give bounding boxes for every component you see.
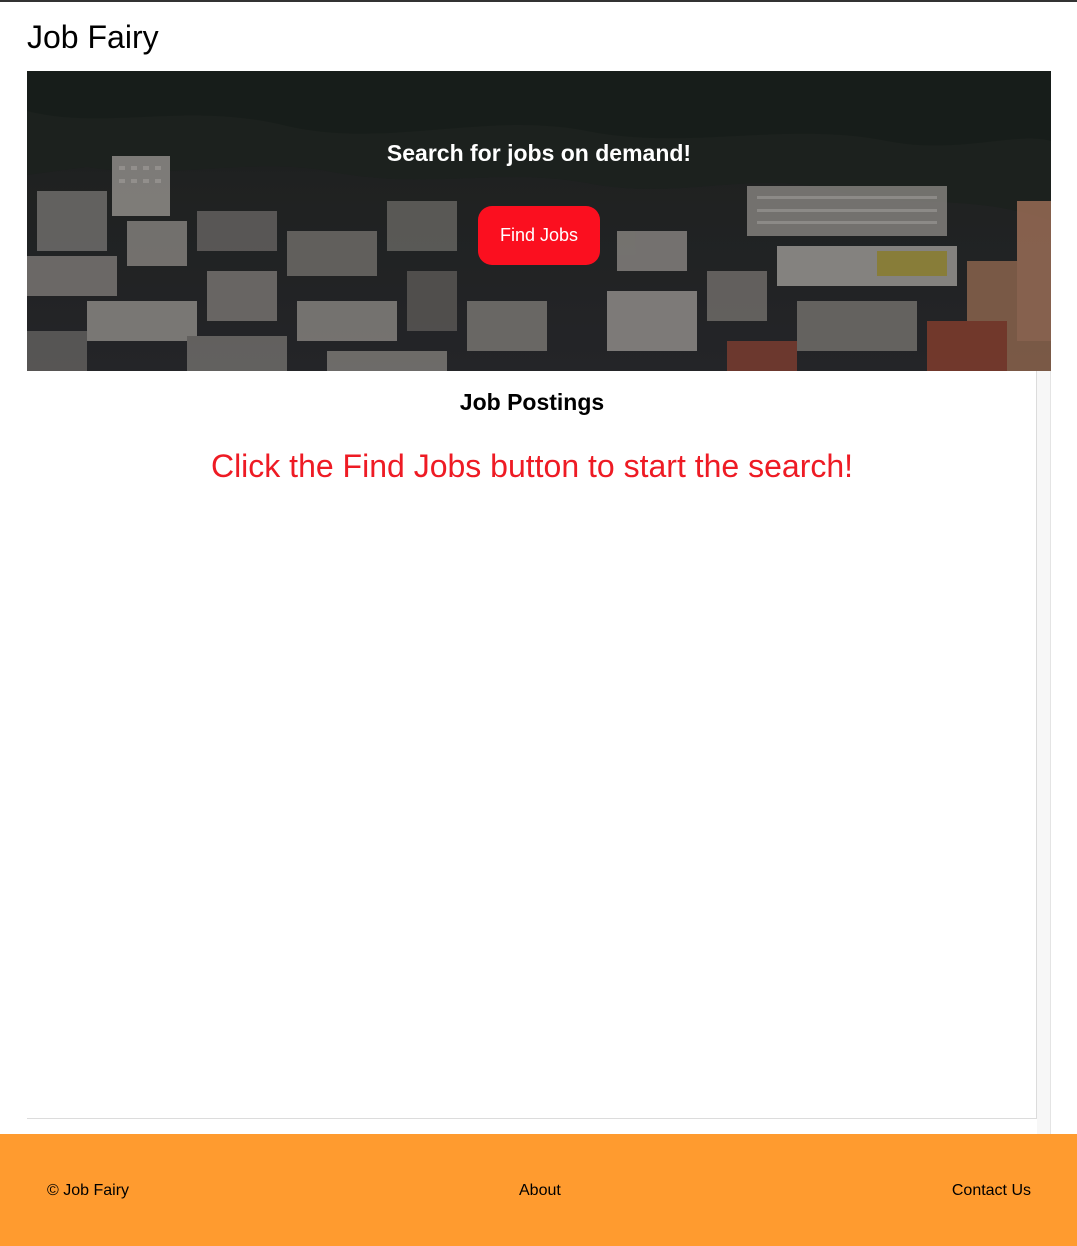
job-postings-title: Job Postings (459, 389, 605, 415)
hero-banner: Search for jobs on demand! Find Jobs (27, 71, 1051, 371)
hero-heading: Search for jobs on demand! (386, 140, 692, 166)
site-title: Job Fairy (27, 19, 159, 55)
job-postings-panel: Job Postings Click the Find Jobs button … (27, 371, 1037, 1119)
footer-about-link[interactable]: About (519, 1181, 561, 1201)
footer-copyright: © Job Fairy (47, 1182, 130, 1199)
panel-side-gutter (1037, 371, 1051, 1134)
footer-contact-link[interactable]: Contact Us (952, 1181, 1031, 1201)
find-jobs-button[interactable]: Find Jobs (478, 206, 600, 265)
search-prompt-message: Click the Find Jobs button to start the … (210, 448, 854, 484)
site-footer: © Job Fairy About Contact Us (0, 1134, 1077, 1246)
page: Job Fairy Search for jobs on demand! Fin… (0, 0, 1077, 1246)
